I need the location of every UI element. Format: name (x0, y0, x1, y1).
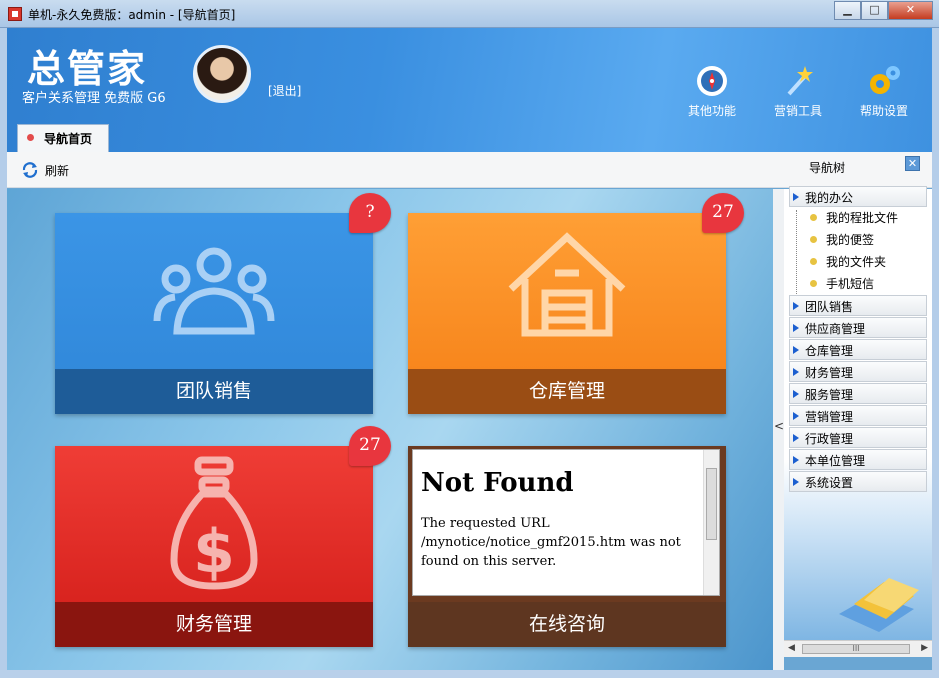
refresh-label: 刷新 (45, 163, 70, 178)
window-titlebar: 单机-永久免费版：admin - [导航首页] ▁ □ ✕ (0, 0, 939, 28)
help-settings-button[interactable]: 帮助设置 (849, 64, 919, 119)
warehouse-badge: 27 (702, 193, 744, 233)
nav-item-approval-files[interactable]: 我的程批文件 (804, 209, 898, 226)
nav-group-warehouse[interactable]: 仓库管理 (789, 339, 927, 360)
nav-group-finance[interactable]: 财务管理 (789, 361, 927, 382)
team-sales-badge: ? (349, 193, 391, 233)
notice-heading: Not Found (421, 468, 574, 498)
toolbar: 刷新 (7, 152, 773, 188)
other-functions-label: 其他功能 (687, 104, 736, 118)
notice-scroll-thumb[interactable] (706, 468, 717, 540)
nav-item-folder[interactable]: 我的文件夹 (804, 253, 886, 270)
window-frame-right (932, 28, 939, 670)
app-header: 总管家 客户关系管理 免费版 G6 [退出] 其他功能 营销工具 帮助设置 导航… (7, 28, 932, 152)
logout-link[interactable]: [退出] (268, 82, 301, 99)
money-bag-icon: $ (170, 456, 258, 590)
nav-tree-close-button[interactable]: ✕ (905, 156, 920, 171)
tile-team-sales[interactable]: 团队销售 (55, 213, 373, 414)
other-functions-button[interactable]: 其他功能 (677, 64, 747, 119)
finance-badge: 27 (349, 426, 391, 466)
warehouse-icon (508, 232, 626, 337)
tile-warehouse-label: 仓库管理 (408, 369, 726, 414)
nav-tree-hscrollbar[interactable]: ◀ III ▶ (784, 640, 932, 657)
tile-finance-label: 财务管理 (55, 602, 373, 647)
user-avatar[interactable] (193, 45, 251, 103)
tab-home-label: 导航首页 (44, 132, 93, 146)
hscroll-thumb[interactable]: III (802, 644, 910, 654)
help-settings-label: 帮助设置 (859, 104, 908, 118)
nav-group-admin[interactable]: 行政管理 (789, 427, 927, 448)
app-logo: 总管家 (27, 47, 148, 91)
window-controls: ▁ □ ✕ (834, 1, 933, 20)
nav-group-system[interactable]: 系统设置 (789, 471, 927, 492)
marketing-tools-label: 营销工具 (773, 104, 822, 118)
svg-text:$: $ (193, 517, 235, 587)
window-frame-left (0, 28, 7, 670)
nav-group-supplier[interactable]: 供应商管理 (789, 317, 927, 338)
panel-splitter[interactable]: < (773, 189, 784, 670)
nav-group-team-sales[interactable]: 团队销售 (789, 295, 927, 316)
notice-scrollbar[interactable] (703, 450, 719, 595)
nav-tree: 我的办公 我的程批文件 我的便签 我的文件夹 手机短信 团队销售 供应商管理 仓… (784, 186, 932, 640)
nav-group-unit[interactable]: 本单位管理 (789, 449, 927, 470)
nav-group-service[interactable]: 服务管理 (789, 383, 927, 404)
tree-connector (796, 210, 797, 294)
tile-team-sales-label: 团队销售 (55, 369, 373, 414)
scroll-left-icon[interactable]: ◀ (788, 643, 795, 653)
window-title: 单机-永久免费版：admin - [导航首页] (28, 8, 236, 22)
compass-icon (697, 66, 727, 96)
tile-warehouse[interactable]: 仓库管理 (408, 213, 726, 414)
magic-wand-icon (787, 66, 813, 96)
refresh-icon (22, 162, 38, 178)
team-icon (153, 247, 275, 335)
nav-item-notes[interactable]: 我的便签 (804, 231, 874, 248)
tab-active-dot-icon (27, 134, 34, 141)
minimize-button[interactable]: ▁ (834, 1, 861, 20)
refresh-button[interactable]: 刷新 (21, 161, 69, 179)
collapse-arrow-icon[interactable]: < (774, 419, 784, 433)
nav-tree-title: 导航树 (809, 161, 846, 175)
maximize-button[interactable]: □ (861, 1, 888, 20)
app-icon (8, 7, 22, 21)
tile-finance[interactable]: $ 财务管理 (55, 446, 373, 647)
notice-frame[interactable]: Not Found The requested URL /mynotice/no… (412, 449, 720, 596)
dashboard-content: 团队销售 仓库管理 $ 财务管理 Not Found The requested… (7, 189, 773, 670)
books-decoration-icon (839, 578, 919, 632)
window-bottom-frame (0, 670, 939, 678)
nav-tree-header: 导航树 ✕ (773, 152, 932, 188)
nav-item-sms[interactable]: 手机短信 (804, 275, 874, 292)
gears-icon (870, 66, 900, 94)
tile-online-consult[interactable]: Not Found The requested URL /mynotice/no… (408, 446, 726, 647)
scroll-right-icon[interactable]: ▶ (921, 643, 928, 653)
nav-group-my-office[interactable]: 我的办公 (789, 186, 927, 207)
app-subtitle: 客户关系管理 免费版 G6 (22, 91, 166, 106)
close-button[interactable]: ✕ (888, 1, 933, 20)
marketing-tools-button[interactable]: 营销工具 (763, 64, 833, 119)
nav-group-marketing[interactable]: 营销管理 (789, 405, 927, 426)
tab-home[interactable]: 导航首页 (17, 124, 109, 152)
notice-body: The requested URL /mynotice/notice_gmf20… (421, 516, 681, 569)
tile-online-consult-label: 在线咨询 (408, 602, 726, 647)
